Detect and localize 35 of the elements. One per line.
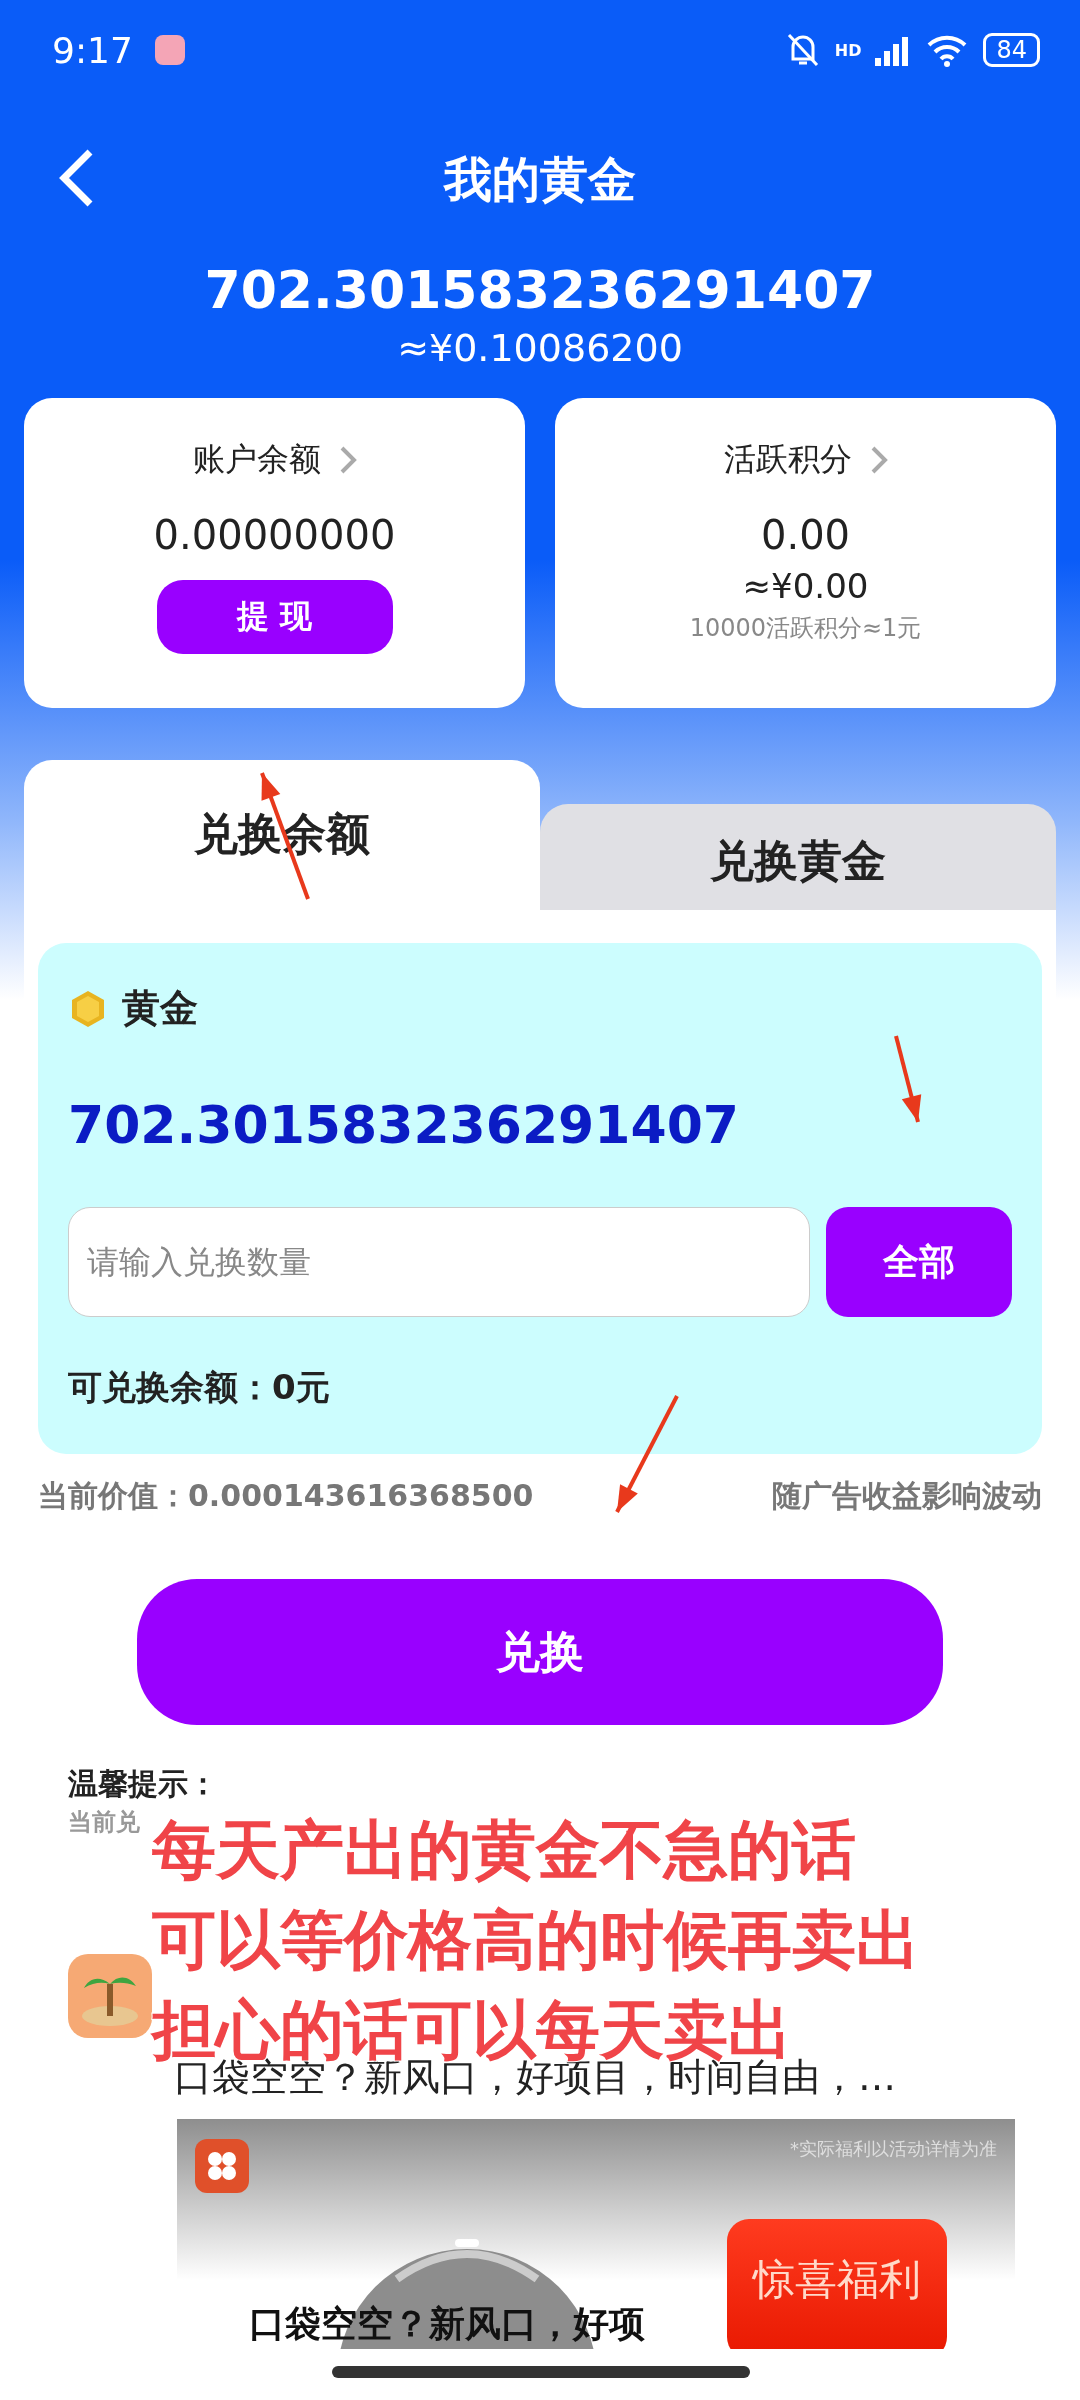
card-title-link[interactable]: 活跃积分 <box>723 438 888 482</box>
card-title: 账户余额 <box>192 439 321 480</box>
available-balance: 可兑换余额：0元 <box>68 1367 331 1407</box>
chevron-icon <box>338 445 357 475</box>
exchange-button[interactable]: 兑换 <box>137 1579 943 1725</box>
all-button[interactable]: 全部 <box>826 1207 1012 1317</box>
current-value: 当前价值：0.000143616368500 <box>38 1477 534 1515</box>
annotation-text: 每天产出的黄金不急的话 <box>152 1814 856 1886</box>
balance-value: 0.00000000 <box>153 512 396 558</box>
fluctuation-note: 随广告收益影响波动 <box>772 1477 1042 1515</box>
points-rate: 10000活跃积分≈1元 <box>689 613 922 644</box>
ad-banner[interactable]: *实际福利以活动详情为准 口袋空空？新风口，好项 惊喜福利 <box>177 2119 1015 2349</box>
page-title: 我的黄金 <box>444 150 636 209</box>
points-value: 0.00 <box>760 512 851 558</box>
ad-disclaimer: *实际福利以活动详情为准 <box>790 2137 997 2161</box>
holding-worth: ≈¥0.10086200 <box>396 326 684 370</box>
card-title: 活跃积分 <box>723 439 852 480</box>
palm-island-icon <box>68 1954 152 2038</box>
annotation-text: 可以等价格高的时候再卖出 <box>152 1904 920 1976</box>
asset-label: 黄金 <box>122 985 198 1032</box>
network-label: HD <box>834 40 862 60</box>
battery-indicator: 84 <box>983 33 1040 67</box>
points-worth: ≈¥0.00 <box>742 566 869 606</box>
tab[interactable]: 兑换黄金 <box>540 804 1056 910</box>
chevron-icon <box>869 445 888 475</box>
tips-text: 当前兑 <box>68 1807 141 1838</box>
status-time: 9:17 <box>52 29 133 71</box>
withdraw-button[interactable]: 提 现 <box>156 580 393 654</box>
card-title-link[interactable]: 账户余额 <box>192 438 357 482</box>
app-notification-icon <box>154 35 185 65</box>
quantity-input[interactable]: 请输入兑换数量 <box>68 1207 810 1317</box>
ad-caption: 口袋空空？新风口，好项 <box>249 2303 645 2345</box>
asset-balance: 702.301583236291407 <box>68 1094 740 1156</box>
tips-title: 温馨提示： <box>68 1766 219 1802</box>
holding-amount: 702.301583236291407 <box>203 260 877 320</box>
